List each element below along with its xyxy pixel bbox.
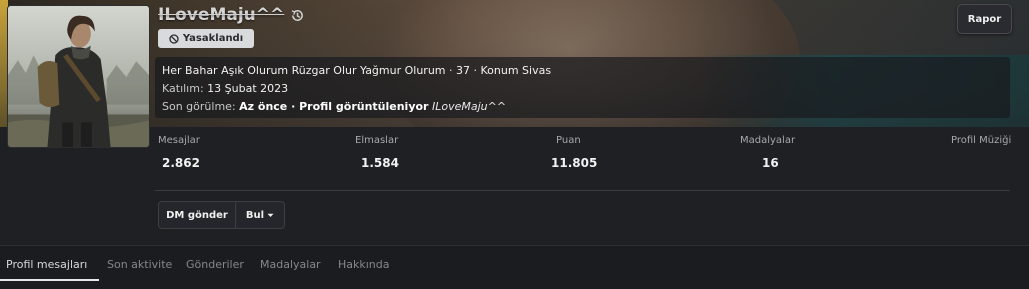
avatar[interactable] <box>7 5 150 148</box>
stat-medals-label: Madalyalar <box>740 135 796 146</box>
tab-profile-messages[interactable]: Profil mesajları <box>6 258 87 271</box>
stat-medals-value[interactable]: 16 <box>762 156 779 170</box>
joined-value: 13 Şubat 2023 <box>207 82 289 95</box>
chevron-down-icon <box>267 213 274 217</box>
last-seen-line: Son görülme: Az önce · Profil görüntülen… <box>162 98 1003 116</box>
joined-label: Katılım: <box>162 82 204 95</box>
profile-actions: DM gönder Bul <box>158 201 285 229</box>
tab-medals[interactable]: Madalyalar <box>260 258 321 271</box>
tab-postings[interactable]: Gönderiler <box>186 258 244 271</box>
last-seen-user[interactable]: ILoveMaju^^ <box>432 100 506 113</box>
history-icon[interactable] <box>290 8 305 23</box>
stat-messages-value[interactable]: 2.862 <box>162 156 200 170</box>
banned-label: Yasaklandı <box>182 33 244 44</box>
banned-badge: Yasaklandı <box>158 29 254 48</box>
dm-send-button[interactable]: DM gönder <box>159 202 236 228</box>
username: ILoveMaju^^ <box>158 3 305 27</box>
profile-tabs: Profil mesajları Son aktivite Gönderiler… <box>0 245 1029 289</box>
find-menu-button[interactable]: Bul <box>236 202 284 228</box>
joined-line: Katılım: 13 Şubat 2023 <box>162 80 1003 98</box>
profile-info-box: Her Bahar Aşık Olurum Rüzgar Olur Yağmur… <box>155 57 1010 118</box>
last-seen-label: Son görülme: <box>162 100 236 113</box>
stat-messages-label: Mesajlar <box>158 135 200 146</box>
stat-points-value[interactable]: 11.805 <box>551 156 597 170</box>
tab-about[interactable]: Hakkında <box>338 258 390 271</box>
last-seen-value[interactable]: Az önce · Profil görüntüleniyor <box>239 100 428 113</box>
stat-profile-music-label: Profil Müziği <box>951 135 1012 146</box>
stat-points-label: Puan <box>556 135 581 146</box>
username-text: ILoveMaju^^ <box>158 5 285 25</box>
report-button[interactable]: Rapor <box>957 4 1012 34</box>
stat-diamonds-label: Elmaslar <box>355 135 399 146</box>
stats-divider <box>155 190 1010 191</box>
find-label: Bul <box>245 209 265 221</box>
avatar-image <box>8 6 149 147</box>
profile-title-line: Her Bahar Aşık Olurum Rüzgar Olur Yağmur… <box>162 64 552 77</box>
ban-icon <box>169 33 179 44</box>
tab-recent-activity[interactable]: Son aktivite <box>107 258 172 271</box>
stat-diamonds-value[interactable]: 1.584 <box>361 156 399 170</box>
active-tab-indicator <box>0 279 99 281</box>
